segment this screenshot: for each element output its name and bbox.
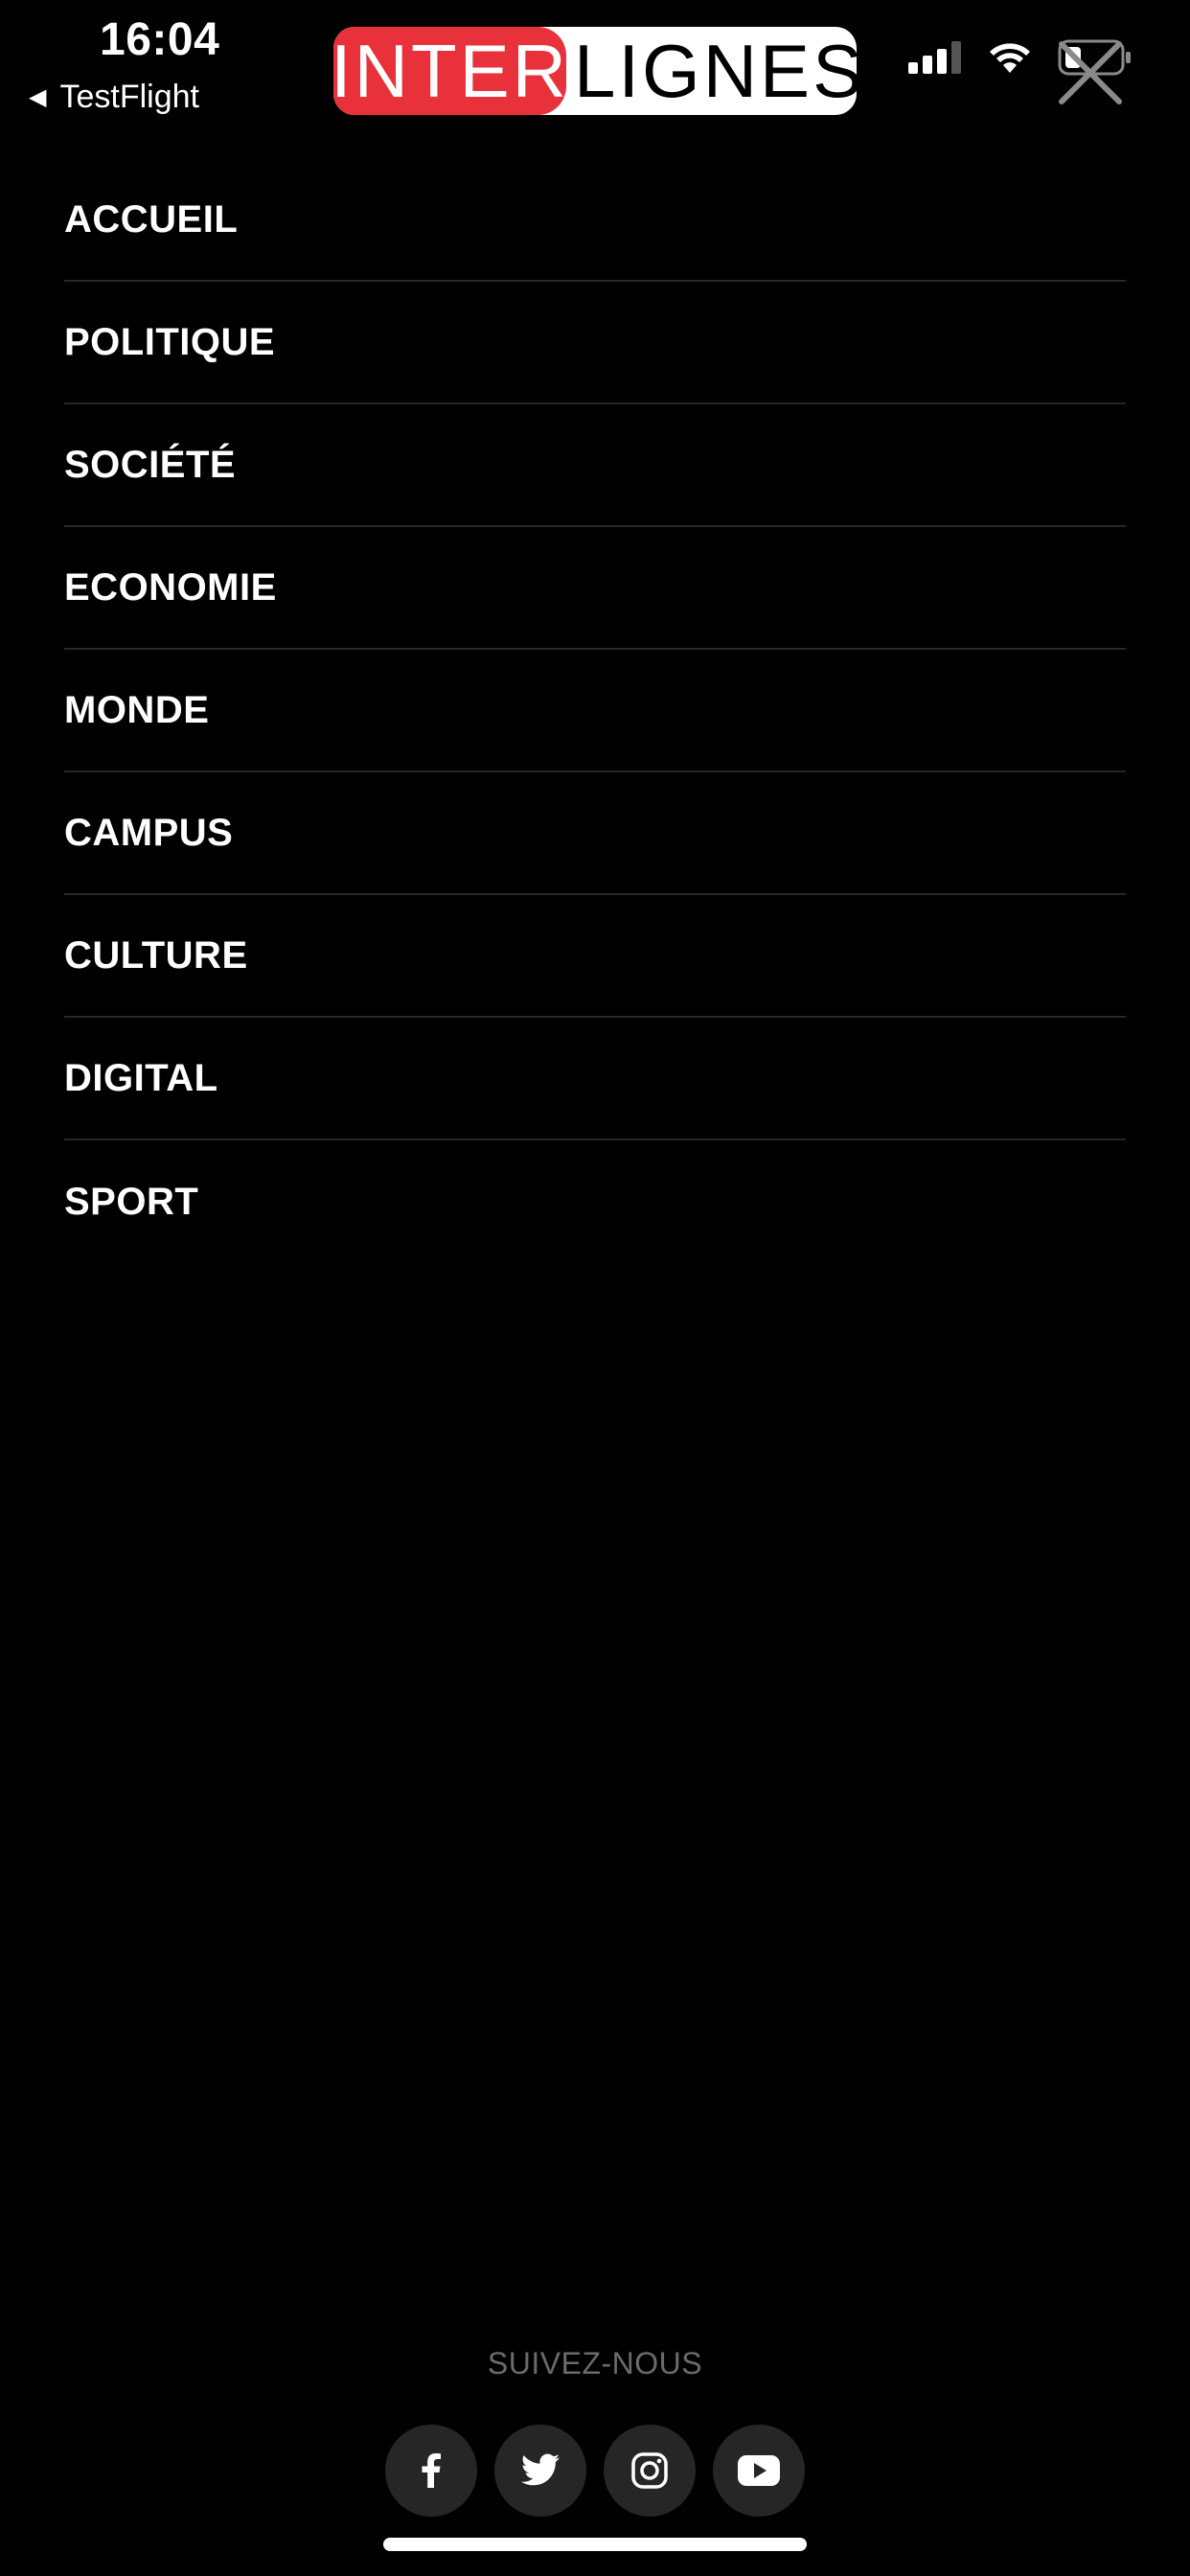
wifi-icon [990, 43, 1030, 73]
navigation-menu: ACCUEIL POLITIQUE SOCIÉTÉ ECONOMIE MONDE… [64, 159, 1126, 1263]
menu-item-politique[interactable]: POLITIQUE [64, 282, 1126, 404]
twitter-button[interactable] [494, 2425, 586, 2517]
signal-icon [908, 41, 961, 74]
back-triangle-icon: ◀ [29, 83, 47, 110]
follow-us-label: SUIVEZ-NOUS [487, 2346, 703, 2380]
social-links [0, 2425, 1190, 2517]
status-time: 16:04 [100, 14, 220, 65]
facebook-icon [422, 2453, 441, 2488]
twitter-icon [521, 2453, 560, 2486]
menu-item-monde[interactable]: MONDE [64, 650, 1126, 772]
menu-item-accueil[interactable]: ACCUEIL [64, 159, 1126, 282]
close-menu-button[interactable] [1054, 36, 1127, 109]
interlignes-logo: INTER LIGNES [333, 27, 857, 115]
menu-item-economie[interactable]: ECONOMIE [64, 527, 1126, 650]
logo-part-left: INTER [333, 27, 566, 115]
close-icon [1059, 41, 1122, 104]
back-link-label: TestFlight [59, 79, 199, 115]
logo-part-right: LIGNES [574, 28, 857, 113]
youtube-button[interactable] [713, 2425, 805, 2517]
instagram-icon [631, 2452, 668, 2489]
menu-item-sport[interactable]: SPORT [64, 1140, 1126, 1263]
menu-item-digital[interactable]: DIGITAL [64, 1018, 1126, 1140]
youtube-icon [738, 2455, 780, 2486]
home-indicator [383, 2538, 807, 2551]
menu-item-campus[interactable]: CAMPUS [64, 772, 1126, 895]
menu-item-societe[interactable]: SOCIÉTÉ [64, 404, 1126, 527]
back-to-testflight-link[interactable]: ◀ TestFlight [29, 79, 199, 116]
instagram-button[interactable] [604, 2425, 696, 2517]
menu-item-culture[interactable]: CULTURE [64, 895, 1126, 1018]
facebook-button[interactable] [385, 2425, 477, 2517]
